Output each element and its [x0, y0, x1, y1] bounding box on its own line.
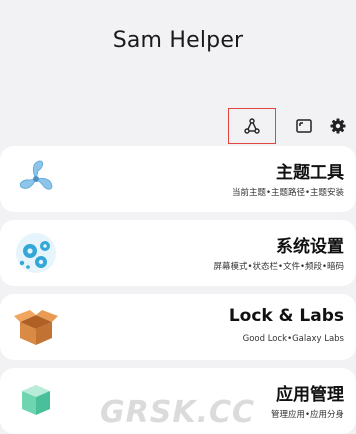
gear-icon: [330, 118, 346, 134]
settings-button[interactable]: [322, 108, 354, 144]
card-title: Lock & Labs: [228, 306, 344, 326]
watermark: GRSK.CC: [100, 395, 256, 430]
card-subtitle: 屏幕模式•状态栏•文件•频段•暗码: [213, 262, 344, 272]
share-button[interactable]: [228, 108, 276, 144]
gears-icon: [16, 233, 56, 273]
card-title: 主题工具: [276, 163, 344, 183]
card-subtitle: Good Lock•Galaxy Labs: [242, 334, 344, 344]
card-theme-tools[interactable]: 主题工具 当前主题•主题路径•主题安装: [0, 146, 356, 212]
window-button[interactable]: [288, 108, 320, 144]
window-icon: [296, 119, 312, 133]
toolbar: [226, 108, 356, 144]
app-title: Sam Helper: [112, 28, 244, 53]
card-subtitle: 管理应用•应用分身: [270, 410, 344, 420]
card-title: 应用管理: [276, 385, 344, 405]
card-system-settings[interactable]: 系统设置 屏幕模式•状态栏•文件•频段•暗码: [0, 220, 356, 286]
card-title: 系统设置: [276, 237, 344, 257]
card-subtitle: 当前主题•主题路径•主题安装: [231, 188, 344, 198]
card-lock-labs[interactable]: Lock & Labs Good Lock•Galaxy Labs: [0, 294, 356, 360]
cube-icon: [22, 385, 50, 415]
box-icon: [14, 310, 58, 345]
fan-icon: [19, 160, 53, 190]
share-nodes-icon: [244, 118, 260, 134]
